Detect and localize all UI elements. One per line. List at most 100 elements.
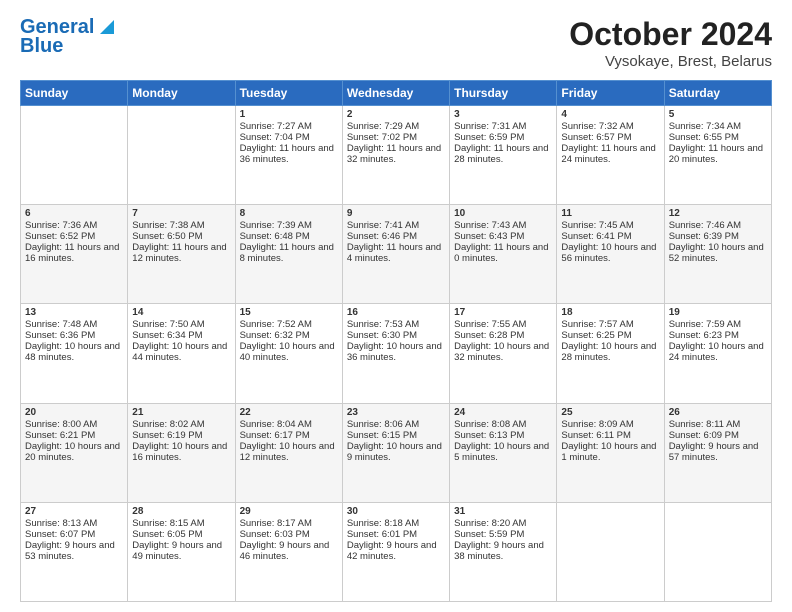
day-info: Sunrise: 7:45 AM bbox=[561, 220, 659, 231]
calendar-cell: 22Sunrise: 8:04 AMSunset: 6:17 PMDayligh… bbox=[235, 403, 342, 502]
calendar-cell: 25Sunrise: 8:09 AMSunset: 6:11 PMDayligh… bbox=[557, 403, 664, 502]
day-info: Sunrise: 7:36 AM bbox=[25, 220, 123, 231]
day-info: Sunrise: 7:41 AM bbox=[347, 220, 445, 231]
day-info: Sunrise: 8:06 AM bbox=[347, 419, 445, 430]
calendar-cell bbox=[128, 106, 235, 205]
day-number: 8 bbox=[240, 208, 338, 219]
day-info: Daylight: 10 hours and 28 minutes. bbox=[561, 341, 659, 363]
calendar-cell: 30Sunrise: 8:18 AMSunset: 6:01 PMDayligh… bbox=[342, 502, 449, 601]
calendar-cell: 27Sunrise: 8:13 AMSunset: 6:07 PMDayligh… bbox=[21, 502, 128, 601]
day-info: Daylight: 10 hours and 56 minutes. bbox=[561, 242, 659, 264]
day-info: Sunrise: 7:48 AM bbox=[25, 319, 123, 330]
day-number: 14 bbox=[132, 307, 230, 318]
calendar-cell: 19Sunrise: 7:59 AMSunset: 6:23 PMDayligh… bbox=[664, 304, 771, 403]
calendar-cell: 1Sunrise: 7:27 AMSunset: 7:04 PMDaylight… bbox=[235, 106, 342, 205]
day-info: Sunset: 5:59 PM bbox=[454, 529, 552, 540]
day-info: Daylight: 11 hours and 24 minutes. bbox=[561, 143, 659, 165]
logo-blue-text: Blue bbox=[20, 35, 63, 58]
day-info: Daylight: 10 hours and 36 minutes. bbox=[347, 341, 445, 363]
day-info: Sunset: 6:50 PM bbox=[132, 231, 230, 242]
calendar-day-header: Sunday bbox=[21, 81, 128, 106]
day-number: 17 bbox=[454, 307, 552, 318]
calendar-cell: 16Sunrise: 7:53 AMSunset: 6:30 PMDayligh… bbox=[342, 304, 449, 403]
calendar-cell: 6Sunrise: 7:36 AMSunset: 6:52 PMDaylight… bbox=[21, 205, 128, 304]
day-info: Daylight: 10 hours and 1 minute. bbox=[561, 441, 659, 463]
day-info: Sunset: 6:48 PM bbox=[240, 231, 338, 242]
calendar-cell: 9Sunrise: 7:41 AMSunset: 6:46 PMDaylight… bbox=[342, 205, 449, 304]
logo-arrow-icon bbox=[96, 16, 118, 38]
day-info: Daylight: 11 hours and 4 minutes. bbox=[347, 242, 445, 264]
day-info: Sunrise: 8:08 AM bbox=[454, 419, 552, 430]
day-info: Sunset: 6:57 PM bbox=[561, 132, 659, 143]
day-info: Sunset: 6:21 PM bbox=[25, 430, 123, 441]
day-info: Daylight: 10 hours and 20 minutes. bbox=[25, 441, 123, 463]
day-info: Sunset: 6:13 PM bbox=[454, 430, 552, 441]
day-info: Sunset: 6:55 PM bbox=[669, 132, 767, 143]
day-info: Sunset: 6:01 PM bbox=[347, 529, 445, 540]
day-info: Sunset: 7:04 PM bbox=[240, 132, 338, 143]
calendar-cell: 21Sunrise: 8:02 AMSunset: 6:19 PMDayligh… bbox=[128, 403, 235, 502]
day-number: 16 bbox=[347, 307, 445, 318]
day-info: Sunrise: 8:00 AM bbox=[25, 419, 123, 430]
calendar-cell: 26Sunrise: 8:11 AMSunset: 6:09 PMDayligh… bbox=[664, 403, 771, 502]
day-number: 2 bbox=[347, 109, 445, 120]
day-info: Sunset: 6:09 PM bbox=[669, 430, 767, 441]
day-info: Daylight: 11 hours and 12 minutes. bbox=[132, 242, 230, 264]
page-title: October 2024 bbox=[569, 16, 772, 53]
day-info: Sunrise: 7:59 AM bbox=[669, 319, 767, 330]
day-info: Sunset: 6:11 PM bbox=[561, 430, 659, 441]
day-info: Sunset: 6:46 PM bbox=[347, 231, 445, 242]
day-number: 12 bbox=[669, 208, 767, 219]
day-info: Sunset: 6:07 PM bbox=[25, 529, 123, 540]
day-info: Sunset: 6:19 PM bbox=[132, 430, 230, 441]
day-info: Sunrise: 8:20 AM bbox=[454, 518, 552, 529]
calendar-cell: 2Sunrise: 7:29 AMSunset: 7:02 PMDaylight… bbox=[342, 106, 449, 205]
day-info: Sunrise: 7:43 AM bbox=[454, 220, 552, 231]
day-number: 30 bbox=[347, 506, 445, 517]
page-subtitle: Vysokaye, Brest, Belarus bbox=[569, 53, 772, 70]
day-info: Sunset: 7:02 PM bbox=[347, 132, 445, 143]
calendar-cell: 20Sunrise: 8:00 AMSunset: 6:21 PMDayligh… bbox=[21, 403, 128, 502]
day-number: 22 bbox=[240, 407, 338, 418]
day-info: Sunset: 6:59 PM bbox=[454, 132, 552, 143]
day-info: Sunset: 6:05 PM bbox=[132, 529, 230, 540]
calendar-day-header: Monday bbox=[128, 81, 235, 106]
calendar-day-header: Wednesday bbox=[342, 81, 449, 106]
day-info: Daylight: 11 hours and 28 minutes. bbox=[454, 143, 552, 165]
day-info: Sunset: 6:03 PM bbox=[240, 529, 338, 540]
day-info: Daylight: 10 hours and 9 minutes. bbox=[347, 441, 445, 463]
day-info: Sunset: 6:30 PM bbox=[347, 330, 445, 341]
day-number: 11 bbox=[561, 208, 659, 219]
day-info: Daylight: 10 hours and 40 minutes. bbox=[240, 341, 338, 363]
day-info: Sunrise: 7:39 AM bbox=[240, 220, 338, 231]
calendar-cell: 11Sunrise: 7:45 AMSunset: 6:41 PMDayligh… bbox=[557, 205, 664, 304]
day-number: 28 bbox=[132, 506, 230, 517]
day-info: Daylight: 10 hours and 12 minutes. bbox=[240, 441, 338, 463]
day-info: Sunrise: 7:52 AM bbox=[240, 319, 338, 330]
day-number: 23 bbox=[347, 407, 445, 418]
day-info: Daylight: 10 hours and 5 minutes. bbox=[454, 441, 552, 463]
day-info: Sunset: 6:34 PM bbox=[132, 330, 230, 341]
day-info: Sunrise: 7:27 AM bbox=[240, 121, 338, 132]
title-block: October 2024 Vysokaye, Brest, Belarus bbox=[569, 16, 772, 70]
day-number: 10 bbox=[454, 208, 552, 219]
day-info: Daylight: 9 hours and 38 minutes. bbox=[454, 540, 552, 562]
calendar-week-row: 6Sunrise: 7:36 AMSunset: 6:52 PMDaylight… bbox=[21, 205, 772, 304]
day-number: 24 bbox=[454, 407, 552, 418]
day-info: Daylight: 10 hours and 24 minutes. bbox=[669, 341, 767, 363]
logo: General Blue bbox=[20, 16, 118, 58]
day-info: Sunrise: 7:55 AM bbox=[454, 319, 552, 330]
day-info: Sunset: 6:23 PM bbox=[669, 330, 767, 341]
calendar-cell: 31Sunrise: 8:20 AMSunset: 5:59 PMDayligh… bbox=[450, 502, 557, 601]
day-info: Sunset: 6:17 PM bbox=[240, 430, 338, 441]
page: General Blue October 2024 Vysokaye, Bres… bbox=[0, 0, 792, 612]
day-info: Daylight: 11 hours and 20 minutes. bbox=[669, 143, 767, 165]
day-info: Sunset: 6:39 PM bbox=[669, 231, 767, 242]
day-info: Sunrise: 8:04 AM bbox=[240, 419, 338, 430]
day-info: Sunset: 6:28 PM bbox=[454, 330, 552, 341]
calendar-cell bbox=[557, 502, 664, 601]
day-info: Sunrise: 8:02 AM bbox=[132, 419, 230, 430]
day-info: Daylight: 10 hours and 44 minutes. bbox=[132, 341, 230, 363]
day-number: 19 bbox=[669, 307, 767, 318]
day-info: Sunrise: 7:31 AM bbox=[454, 121, 552, 132]
